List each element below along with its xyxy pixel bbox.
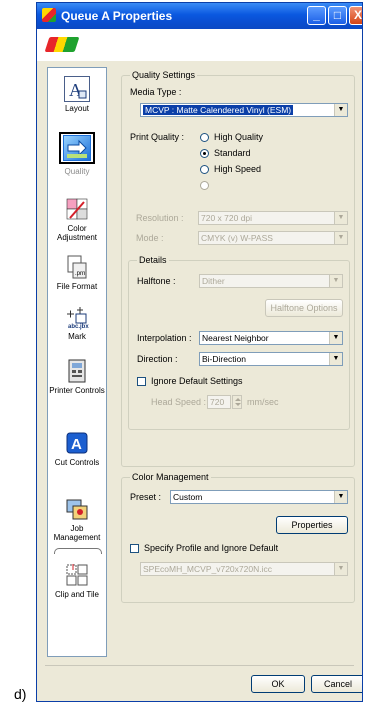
sidebar-item-cut-controls[interactable]: A Cut Controls: [48, 430, 106, 467]
minimize-button[interactable]: _: [307, 6, 326, 25]
custom-quality-radio[interactable]: [200, 181, 209, 190]
header-banner: [37, 29, 362, 61]
preset-label: Preset :: [130, 492, 162, 502]
dropdown-arrow-icon: ▼: [334, 104, 347, 116]
clip-and-tile-icon: [64, 562, 90, 588]
halftone-options-button[interactable]: Halftone Options: [265, 299, 343, 317]
radio-label: High Quality: [214, 132, 264, 142]
sidebar-item-label: Cut Controls: [54, 458, 100, 467]
dropdown-arrow-icon: ▼: [329, 332, 342, 344]
dropdown-arrow-icon: ▼: [329, 275, 342, 287]
head-speed-label: Head Speed :: [151, 397, 207, 407]
resolution-dropdown[interactable]: 720 x 720 dpi ▼: [198, 211, 348, 225]
high-speed-radio[interactable]: [200, 165, 209, 174]
group-title: Color Management: [130, 472, 211, 482]
media-type-dropdown[interactable]: MCVP : Matte Calendered Vinyl (ESM) ▼: [140, 103, 348, 117]
job-management-icon: [64, 496, 90, 522]
sidebar-item-file-format[interactable]: .prn File Format: [48, 254, 106, 291]
dropdown-arrow-icon: ▼: [329, 353, 342, 365]
profile-dropdown[interactable]: SPEcoMH_MCVP_v720x720N.icc ▼: [140, 562, 348, 576]
file-format-icon: .prn: [64, 254, 90, 280]
halftone-dropdown[interactable]: Dither ▼: [199, 274, 343, 288]
footer-divider: [45, 665, 354, 666]
interpolation-dropdown[interactable]: Nearest Neighbor ▼: [199, 331, 343, 345]
interpolation-label: Interpolation :: [137, 333, 192, 343]
dropdown-arrow-icon: ▼: [334, 491, 347, 503]
sidebar-item-label: Color Adjustment: [56, 224, 98, 242]
selection-frame: [59, 132, 95, 164]
quality-settings-group: Quality Settings Media Type : MCVP : Mat…: [121, 70, 355, 467]
sidebar-item-clip-and-tile[interactable]: Clip and Tile: [48, 562, 106, 599]
preset-dropdown[interactable]: Custom ▼: [170, 490, 348, 504]
settings-panel: Quality Settings Media Type : MCVP : Mat…: [117, 67, 360, 657]
media-type-label: Media Type :: [130, 87, 182, 97]
cut-controls-icon: A: [64, 430, 90, 456]
sidebar-item-label: Printer Controls: [49, 386, 105, 395]
direction-label: Direction :: [137, 354, 178, 364]
quality-icon: [63, 135, 91, 161]
ok-button[interactable]: OK: [251, 675, 305, 693]
sidebar-item-label: Job Management: [53, 524, 101, 542]
print-quality-label: Print Quality :: [130, 132, 185, 142]
layout-icon: A: [64, 76, 90, 102]
dropdown-arrow-icon: ▼: [334, 563, 347, 575]
halftone-label: Halftone :: [137, 276, 176, 286]
sidebar-item-mark[interactable]: abc.jbx Mark: [48, 304, 106, 341]
specify-profile-checkbox[interactable]: [130, 544, 139, 553]
svg-text:abc.jbx: abc.jbx: [68, 324, 89, 330]
svg-text:A: A: [71, 436, 82, 453]
printer-controls-icon: [64, 358, 90, 384]
ignore-defaults-checkbox[interactable]: [137, 377, 146, 386]
mode-label: Mode :: [136, 233, 164, 243]
group-title: Details: [137, 255, 169, 265]
head-speed-spinner[interactable]: [232, 395, 242, 409]
sidebar-item-layout[interactable]: A Layout: [48, 76, 106, 113]
properties-dialog: Queue A Properties _ □ X A Layout Qualit…: [36, 2, 363, 702]
window-title: Queue A Properties: [61, 9, 173, 23]
properties-button[interactable]: Properties: [276, 516, 348, 534]
group-title: Quality Settings: [130, 70, 198, 80]
sidebar-item-job-management[interactable]: Job Management: [48, 496, 106, 542]
brand-logo: [44, 37, 80, 52]
sidebar-item-label: File Format: [56, 282, 98, 291]
dropdown-arrow-icon: ▼: [334, 232, 347, 244]
svg-text:.prn: .prn: [75, 271, 85, 277]
checkbox-label: Specify Profile and Ignore Default: [144, 543, 279, 553]
sidebar-divider: [54, 548, 102, 554]
radio-label: Standard: [214, 148, 251, 158]
checkbox-label: Ignore Default Settings: [151, 376, 243, 386]
sidebar-item-quality[interactable]: Quality: [48, 132, 106, 176]
high-quality-radio[interactable]: [200, 133, 209, 142]
close-button[interactable]: X: [349, 6, 362, 25]
head-speed-unit: mm/sec: [247, 397, 279, 407]
title-bar[interactable]: Queue A Properties _ □ X: [37, 3, 362, 29]
radio-label: High Speed: [214, 164, 262, 174]
cancel-button[interactable]: Cancel: [311, 675, 362, 693]
head-speed-field[interactable]: 720: [207, 395, 231, 409]
color-management-group: Color Management Preset : Custom ▼ Prope…: [121, 472, 355, 603]
maximize-button[interactable]: □: [328, 6, 347, 25]
details-group: Details Halftone : Dither ▼ Halftone Opt…: [128, 255, 350, 430]
sidebar-item-color-adjustment[interactable]: Color Adjustment: [48, 196, 106, 242]
sidebar-item-label: Quality: [64, 167, 90, 176]
app-icon: [42, 8, 56, 22]
color-adjustment-icon: [64, 196, 90, 222]
resolution-label: Resolution :: [136, 213, 184, 223]
category-sidebar: A Layout Quality Color Adjustment .prn F…: [47, 67, 107, 657]
mark-icon: abc.jbx: [64, 304, 90, 330]
sidebar-item-label: Mark: [68, 332, 86, 341]
sidebar-item-label: Layout: [64, 104, 90, 113]
direction-dropdown[interactable]: Bi-Direction ▼: [199, 352, 343, 366]
figure-caption: d): [14, 686, 27, 702]
mode-dropdown[interactable]: CMYK (v) W-PASS ▼: [198, 231, 348, 245]
sidebar-item-label: Clip and Tile: [54, 590, 100, 599]
dropdown-arrow-icon: ▼: [334, 212, 347, 224]
standard-radio[interactable]: [200, 149, 209, 158]
sidebar-item-printer-controls[interactable]: Printer Controls: [48, 358, 106, 395]
